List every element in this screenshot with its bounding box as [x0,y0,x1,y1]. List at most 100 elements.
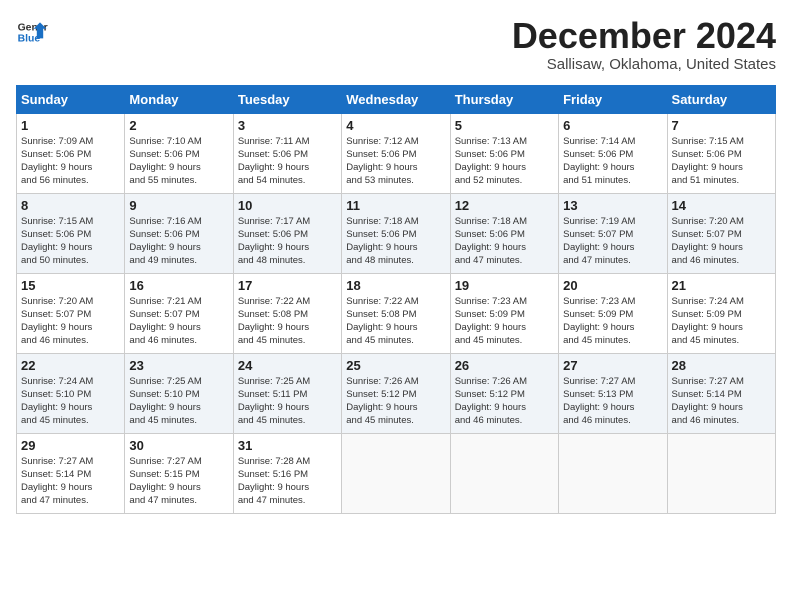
day-info: Sunrise: 7:22 AM Sunset: 5:08 PM Dayligh… [346,295,445,348]
calendar-week-row: 29 Sunrise: 7:27 AM Sunset: 5:14 PM Dayli… [17,433,776,513]
calendar-cell [342,433,450,513]
day-number: 21 [672,278,771,293]
day-info: Sunrise: 7:09 AM Sunset: 5:06 PM Dayligh… [21,135,120,188]
day-number: 19 [455,278,554,293]
calendar-cell [667,433,775,513]
calendar-cell: 24 Sunrise: 7:25 AM Sunset: 5:11 PM Dayli… [233,353,341,433]
day-info: Sunrise: 7:24 AM Sunset: 5:10 PM Dayligh… [21,375,120,428]
calendar-cell: 18Sunrise: 7:22 AM Sunset: 5:08 PM Dayli… [342,273,450,353]
day-info: Sunrise: 7:15 AM Sunset: 5:06 PM Dayligh… [21,215,120,268]
column-header-monday: Monday [125,85,233,113]
calendar-cell: 1 Sunrise: 7:09 AM Sunset: 5:06 PM Daylig… [17,113,125,193]
column-header-saturday: Saturday [667,85,775,113]
month-title: December 2024 [512,16,776,56]
day-info: Sunrise: 7:25 AM Sunset: 5:10 PM Dayligh… [129,375,228,428]
calendar-cell: 25Sunrise: 7:26 AM Sunset: 5:12 PM Dayli… [342,353,450,433]
day-number: 31 [238,438,337,453]
day-info: Sunrise: 7:13 AM Sunset: 5:06 PM Dayligh… [455,135,554,188]
day-number: 14 [672,198,771,213]
day-info: Sunrise: 7:27 AM Sunset: 5:14 PM Dayligh… [21,455,120,508]
calendar-week-row: 8 Sunrise: 7:15 AM Sunset: 5:06 PM Daylig… [17,193,776,273]
day-number: 29 [21,438,120,453]
calendar-cell: 7 Sunrise: 7:15 AM Sunset: 5:06 PM Daylig… [667,113,775,193]
calendar-cell: 27 Sunrise: 7:27 AM Sunset: 5:13 PM Dayli… [559,353,667,433]
day-info: Sunrise: 7:18 AM Sunset: 5:06 PM Dayligh… [346,215,445,268]
calendar-week-row: 15Sunrise: 7:20 AM Sunset: 5:07 PM Dayli… [17,273,776,353]
day-info: Sunrise: 7:14 AM Sunset: 5:06 PM Dayligh… [563,135,662,188]
day-info: Sunrise: 7:19 AM Sunset: 5:07 PM Dayligh… [563,215,662,268]
column-header-tuesday: Tuesday [233,85,341,113]
day-info: Sunrise: 7:21 AM Sunset: 5:07 PM Dayligh… [129,295,228,348]
day-number: 24 [238,358,337,373]
calendar-cell: 10Sunrise: 7:17 AM Sunset: 5:06 PM Dayli… [233,193,341,273]
day-number: 16 [129,278,228,293]
day-number: 1 [21,118,120,133]
column-header-wednesday: Wednesday [342,85,450,113]
day-info: Sunrise: 7:28 AM Sunset: 5:16 PM Dayligh… [238,455,337,508]
day-number: 5 [455,118,554,133]
calendar-cell: 14 Sunrise: 7:20 AM Sunset: 5:07 PM Dayli… [667,193,775,273]
day-number: 11 [346,198,445,213]
calendar-cell: 22Sunrise: 7:24 AM Sunset: 5:10 PM Dayli… [17,353,125,433]
day-number: 6 [563,118,662,133]
page-header: General Blue December 2024 Sallisaw, Okl… [16,16,776,73]
calendar-cell: 21 Sunrise: 7:24 AM Sunset: 5:09 PM Dayli… [667,273,775,353]
day-info: Sunrise: 7:27 AM Sunset: 5:14 PM Dayligh… [672,375,771,428]
calendar-table: SundayMondayTuesdayWednesdayThursdayFrid… [16,85,776,514]
column-header-friday: Friday [559,85,667,113]
calendar-cell: 2Sunrise: 7:10 AM Sunset: 5:06 PM Daylig… [125,113,233,193]
day-info: Sunrise: 7:27 AM Sunset: 5:15 PM Dayligh… [129,455,228,508]
calendar-cell: 17 Sunrise: 7:22 AM Sunset: 5:08 PM Dayli… [233,273,341,353]
calendar-cell: 29 Sunrise: 7:27 AM Sunset: 5:14 PM Dayli… [17,433,125,513]
day-info: Sunrise: 7:17 AM Sunset: 5:06 PM Dayligh… [238,215,337,268]
day-number: 30 [129,438,228,453]
calendar-cell: 20 Sunrise: 7:23 AM Sunset: 5:09 PM Dayli… [559,273,667,353]
calendar-header-row: SundayMondayTuesdayWednesdayThursdayFrid… [17,85,776,113]
day-number: 28 [672,358,771,373]
calendar-cell: 9 Sunrise: 7:16 AM Sunset: 5:06 PM Daylig… [125,193,233,273]
day-info: Sunrise: 7:23 AM Sunset: 5:09 PM Dayligh… [563,295,662,348]
calendar-cell: 6 Sunrise: 7:14 AM Sunset: 5:06 PM Daylig… [559,113,667,193]
day-number: 26 [455,358,554,373]
day-info: Sunrise: 7:11 AM Sunset: 5:06 PM Dayligh… [238,135,337,188]
day-number: 4 [346,118,445,133]
calendar-cell: 4 Sunrise: 7:12 AM Sunset: 5:06 PM Daylig… [342,113,450,193]
calendar-cell: 31 Sunrise: 7:28 AM Sunset: 5:16 PM Dayli… [233,433,341,513]
calendar-cell: 13Sunrise: 7:19 AM Sunset: 5:07 PM Dayli… [559,193,667,273]
day-info: Sunrise: 7:20 AM Sunset: 5:07 PM Dayligh… [21,295,120,348]
day-info: Sunrise: 7:24 AM Sunset: 5:09 PM Dayligh… [672,295,771,348]
calendar-cell: 28 Sunrise: 7:27 AM Sunset: 5:14 PM Dayli… [667,353,775,433]
calendar-cell: 30 Sunrise: 7:27 AM Sunset: 5:15 PM Dayli… [125,433,233,513]
day-info: Sunrise: 7:20 AM Sunset: 5:07 PM Dayligh… [672,215,771,268]
day-info: Sunrise: 7:25 AM Sunset: 5:11 PM Dayligh… [238,375,337,428]
day-info: Sunrise: 7:22 AM Sunset: 5:08 PM Dayligh… [238,295,337,348]
calendar-cell: 16 Sunrise: 7:21 AM Sunset: 5:07 PM Dayli… [125,273,233,353]
calendar-cell [559,433,667,513]
day-info: Sunrise: 7:26 AM Sunset: 5:12 PM Dayligh… [455,375,554,428]
calendar-week-row: 22Sunrise: 7:24 AM Sunset: 5:10 PM Dayli… [17,353,776,433]
day-number: 2 [129,118,228,133]
calendar-cell: 23 Sunrise: 7:25 AM Sunset: 5:10 PM Dayli… [125,353,233,433]
calendar-cell: 15Sunrise: 7:20 AM Sunset: 5:07 PM Dayli… [17,273,125,353]
day-info: Sunrise: 7:15 AM Sunset: 5:06 PM Dayligh… [672,135,771,188]
day-info: Sunrise: 7:18 AM Sunset: 5:06 PM Dayligh… [455,215,554,268]
day-number: 17 [238,278,337,293]
calendar-cell: 5 Sunrise: 7:13 AM Sunset: 5:06 PM Daylig… [450,113,558,193]
day-number: 27 [563,358,662,373]
day-number: 20 [563,278,662,293]
day-number: 8 [21,198,120,213]
day-number: 7 [672,118,771,133]
calendar-cell: 11 Sunrise: 7:18 AM Sunset: 5:06 PM Dayli… [342,193,450,273]
day-info: Sunrise: 7:16 AM Sunset: 5:06 PM Dayligh… [129,215,228,268]
day-info: Sunrise: 7:12 AM Sunset: 5:06 PM Dayligh… [346,135,445,188]
calendar-week-row: 1 Sunrise: 7:09 AM Sunset: 5:06 PM Daylig… [17,113,776,193]
day-info: Sunrise: 7:27 AM Sunset: 5:13 PM Dayligh… [563,375,662,428]
calendar-cell [450,433,558,513]
calendar-cell: 3 Sunrise: 7:11 AM Sunset: 5:06 PM Daylig… [233,113,341,193]
day-number: 23 [129,358,228,373]
day-number: 9 [129,198,228,213]
day-number: 25 [346,358,445,373]
calendar-cell: 8 Sunrise: 7:15 AM Sunset: 5:06 PM Daylig… [17,193,125,273]
day-number: 3 [238,118,337,133]
location: Sallisaw, Oklahoma, United States [512,56,776,73]
